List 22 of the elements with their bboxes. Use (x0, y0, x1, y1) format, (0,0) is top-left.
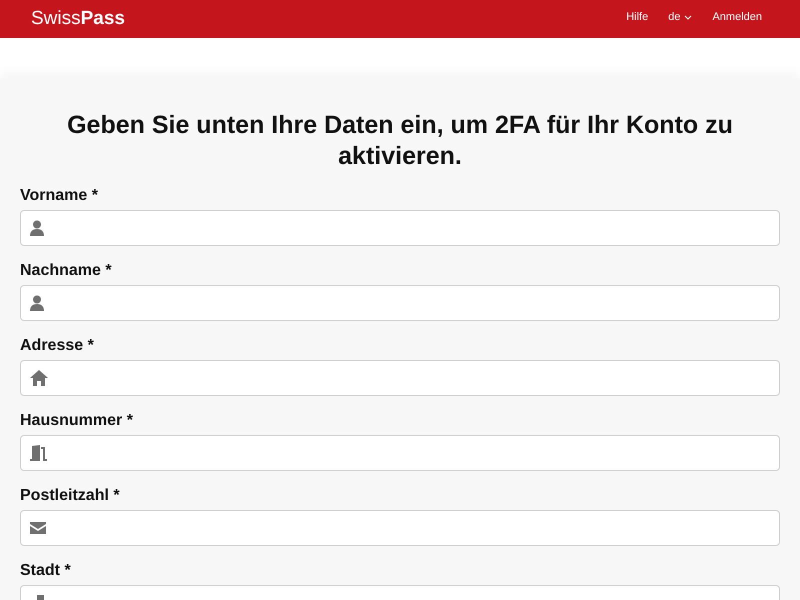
field-label: Nachname * (20, 261, 113, 280)
nav-link[interactable]: Hilfe (626, 11, 648, 23)
form-title: Geben Sie unten Ihre Daten ein, um 2FA für Ihr Konto zu aktivieren. (66, 110, 734, 172)
input-field[interactable] (20, 435, 780, 471)
input-field[interactable] (20, 510, 780, 546)
person-icon (30, 295, 44, 311)
envelope-icon (30, 522, 46, 534)
field-label: Vorname * (20, 186, 99, 205)
field-label: Postleitzahl * (20, 486, 121, 505)
person-icon (30, 220, 44, 236)
logo[interactable]: SwissPass (31, 8, 125, 30)
input-field[interactable] (20, 210, 780, 246)
language-dropdown[interactable]: de (668, 11, 692, 23)
door-icon (30, 445, 48, 461)
house-icon (30, 370, 48, 386)
input-field[interactable] (20, 360, 780, 396)
input-field[interactable] (20, 285, 780, 321)
field-label: Hausnummer * (20, 411, 134, 430)
nav-link[interactable]: Anmelden (712, 11, 762, 23)
caret-icon (684, 14, 692, 20)
field-label: Stadt * (20, 561, 72, 580)
field-label: Adresse * (20, 336, 95, 355)
